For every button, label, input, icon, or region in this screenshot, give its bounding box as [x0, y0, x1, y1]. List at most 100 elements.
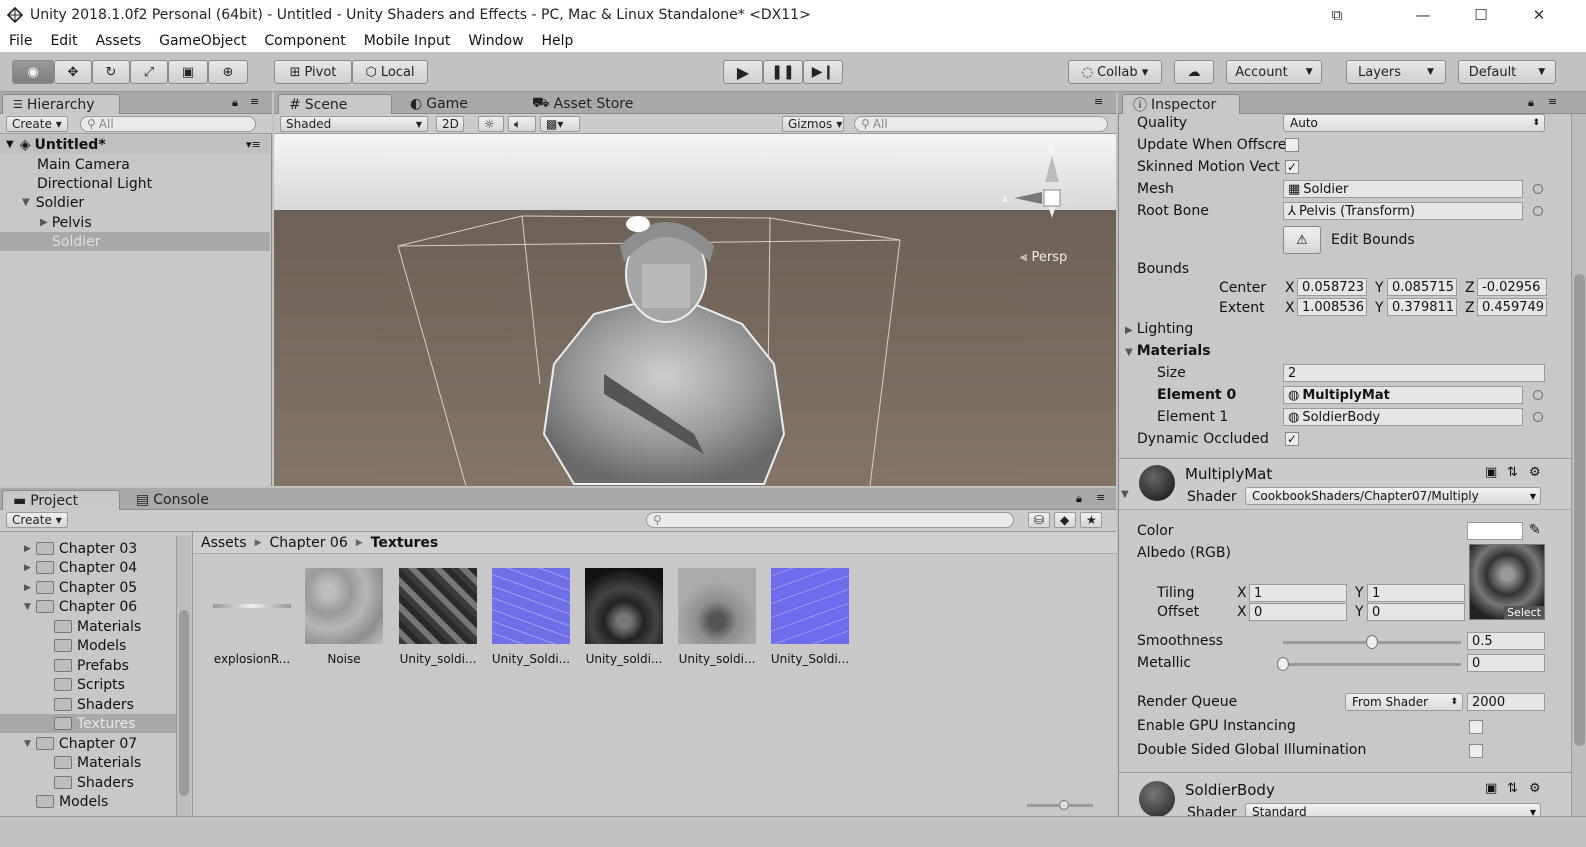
account-dropdown[interactable]: Account ▼ — [1226, 60, 1322, 84]
folder-tree-scrollbar[interactable] — [176, 536, 190, 816]
scale-tool-icon[interactable]: ⤢ — [130, 60, 168, 84]
element-1-field[interactable]: ◍ SoldierBody — [1283, 408, 1523, 426]
eyedropper-icon[interactable]: ✎ — [1529, 522, 1541, 538]
menu-window[interactable]: Window — [459, 33, 532, 49]
albedo-texture-slot[interactable]: Select — [1469, 544, 1545, 620]
tab-inspector[interactable]: ⓘ Inspector — [1122, 94, 1240, 114]
lock-icon[interactable]: 🔒︎ — [1528, 96, 1534, 110]
hierarchy-item-soldier[interactable]: ▼ Soldier — [0, 193, 270, 212]
object-picker-icon[interactable] — [1533, 184, 1543, 194]
gizmos-dropdown[interactable]: Gizmos ▼ — [782, 116, 844, 132]
help-book-icon[interactable]: ▣ — [1485, 465, 1497, 480]
shading-mode-dropdown[interactable]: Shaded ▼ — [280, 116, 428, 132]
scene-root-row[interactable]: ▼ ◈ Untitled* ▾≡ — [0, 135, 270, 154]
center-z-field[interactable]: -0.02956 — [1477, 278, 1547, 296]
element-0-field[interactable]: ◍ MultiplyMat — [1283, 386, 1523, 404]
audio-toggle-icon[interactable]: 🔈︎ — [508, 116, 536, 132]
extent-x-field[interactable]: 1.008536 — [1297, 298, 1367, 316]
hierarchy-item-soldier-mesh-selected[interactable]: Soldier — [0, 232, 270, 251]
zoom-slider-thumb[interactable] — [1059, 800, 1069, 810]
size-field[interactable]: 2 — [1283, 364, 1545, 382]
project-create-button[interactable]: Create ▾ — [6, 512, 68, 528]
asset-unity-soldier-5[interactable]: Unity_Soldi... — [770, 568, 850, 666]
asset-unity-soldier-3[interactable]: Unity_soldi... — [584, 568, 664, 666]
panel-menu-icon[interactable]: ≡ — [1096, 491, 1105, 504]
2d-toggle[interactable]: 2D — [436, 116, 464, 132]
offset-y-field[interactable]: 0 — [1367, 603, 1465, 621]
restore-icon[interactable]: ⧉ — [1314, 0, 1360, 30]
metallic-slider-thumb[interactable] — [1277, 657, 1289, 671]
layers-dropdown[interactable]: Layers ▼ — [1346, 60, 1446, 84]
scrollbar-thumb[interactable] — [1574, 274, 1585, 746]
menu-mobile-input[interactable]: Mobile Input — [355, 33, 460, 49]
edit-bounds-button[interactable]: ⚠ — [1283, 226, 1321, 254]
shader-dropdown[interactable]: Standard ▼ — [1245, 803, 1541, 816]
menu-edit[interactable]: Edit — [41, 33, 86, 49]
color-swatch[interactable] — [1467, 522, 1523, 540]
pause-button[interactable]: ❚❚ — [763, 60, 803, 84]
scene-search-input[interactable]: ⚲ All — [854, 116, 1108, 132]
folder-prefabs[interactable]: Prefabs — [0, 656, 190, 675]
menu-assets[interactable]: Assets — [87, 33, 151, 49]
center-x-field[interactable]: 0.058723 — [1297, 278, 1367, 296]
hierarchy-create-button[interactable]: Create ▾ — [6, 116, 68, 132]
smoothness-field[interactable]: 0.5 — [1467, 632, 1545, 650]
object-picker-icon[interactable] — [1533, 412, 1543, 422]
quality-dropdown[interactable]: Auto ⬍ — [1283, 114, 1545, 132]
render-queue-field[interactable]: 2000 — [1467, 693, 1545, 711]
extent-y-field[interactable]: 0.379811 — [1387, 298, 1457, 316]
update-offscreen-checkbox[interactable] — [1285, 138, 1299, 152]
transform-tool-icon[interactable]: ⊕ — [208, 60, 248, 84]
persp-label[interactable]: ⫷ Persp — [1020, 250, 1067, 265]
metallic-field[interactable]: 0 — [1467, 654, 1545, 672]
center-y-field[interactable]: 0.085715 — [1387, 278, 1457, 296]
hierarchy-item-directional-light[interactable]: Directional Light — [0, 174, 270, 193]
folder-materials[interactable]: Materials — [0, 617, 190, 636]
shader-dropdown[interactable]: CookbookShaders/Chapter07/Multiply ▼ — [1245, 487, 1541, 505]
mesh-field[interactable]: ▦ Soldier — [1283, 180, 1523, 198]
tiling-y-field[interactable]: 1 — [1367, 584, 1465, 602]
search-by-label-icon[interactable]: ◆ — [1054, 512, 1076, 528]
panel-menu-icon[interactable]: ≡ — [1548, 95, 1557, 108]
lighting-foldout[interactable]: ▶ Lighting — [1125, 321, 1193, 337]
tab-console[interactable]: ▤ Console — [126, 490, 219, 510]
search-by-type-icon[interactable]: ⛁ — [1028, 512, 1050, 528]
hierarchy-item-main-camera[interactable]: Main Camera — [0, 155, 270, 174]
step-button[interactable]: ▶❙ — [803, 60, 843, 84]
play-button[interactable]: ▶ — [723, 60, 763, 84]
panel-menu-icon[interactable]: ≡ — [1094, 95, 1103, 108]
expand-arrow-icon[interactable]: ▼ — [1121, 489, 1129, 500]
tab-asset-store[interactable]: ⛟ Asset Store — [522, 94, 643, 114]
inspector-scrollbar[interactable] — [1571, 114, 1586, 816]
folder-shaders-07[interactable]: Shaders — [0, 773, 190, 792]
hierarchy-item-pelvis[interactable]: ▶ Pelvis — [0, 213, 270, 232]
texture-select-button[interactable]: Select — [1504, 606, 1544, 619]
gear-icon[interactable]: ⚙ — [1529, 465, 1541, 480]
menu-help[interactable]: Help — [533, 33, 583, 49]
offset-x-field[interactable]: 0 — [1249, 603, 1347, 621]
scene-viewport[interactable]: y x ⫷ Persp — [274, 134, 1116, 486]
folder-chapter-03[interactable]: ▶ Chapter 03 — [0, 539, 190, 558]
move-tool-icon[interactable]: ✥ — [54, 60, 92, 84]
maximize-button[interactable]: ☐ — [1458, 0, 1504, 30]
tab-hierarchy[interactable]: ☰ Hierarchy — [2, 94, 120, 114]
folder-scripts[interactable]: Scripts — [0, 675, 190, 694]
tiling-x-field[interactable]: 1 — [1249, 584, 1347, 602]
double-sided-gi-checkbox[interactable] — [1469, 744, 1483, 758]
effects-toggle-icon[interactable]: ▩▾ — [540, 116, 580, 132]
skinned-motion-checkbox[interactable]: ✓ — [1285, 160, 1299, 174]
asset-unity-soldier-2[interactable]: Unity_Soldi... — [491, 568, 571, 666]
folder-chapter-05[interactable]: ▶ Chapter 05 — [0, 578, 190, 597]
menu-component[interactable]: Component — [255, 33, 354, 49]
favorites-star-icon[interactable]: ★ — [1080, 512, 1102, 528]
lighting-toggle-icon[interactable]: ☼ — [478, 116, 504, 132]
smoothness-slider-thumb[interactable] — [1366, 635, 1378, 649]
panel-menu-icon[interactable]: ≡ — [250, 95, 259, 108]
asset-explosion[interactable]: explosionR... — [212, 568, 292, 666]
folder-shaders[interactable]: Shaders — [0, 695, 190, 714]
preset-icon[interactable]: ⇅ — [1507, 465, 1518, 480]
scrollbar-thumb[interactable] — [179, 610, 189, 796]
tab-project[interactable]: ▬ Project — [2, 490, 120, 510]
materials-foldout[interactable]: ▼ Materials — [1125, 343, 1211, 359]
breadcrumb-chapter-06[interactable]: Chapter 06 — [269, 535, 347, 551]
